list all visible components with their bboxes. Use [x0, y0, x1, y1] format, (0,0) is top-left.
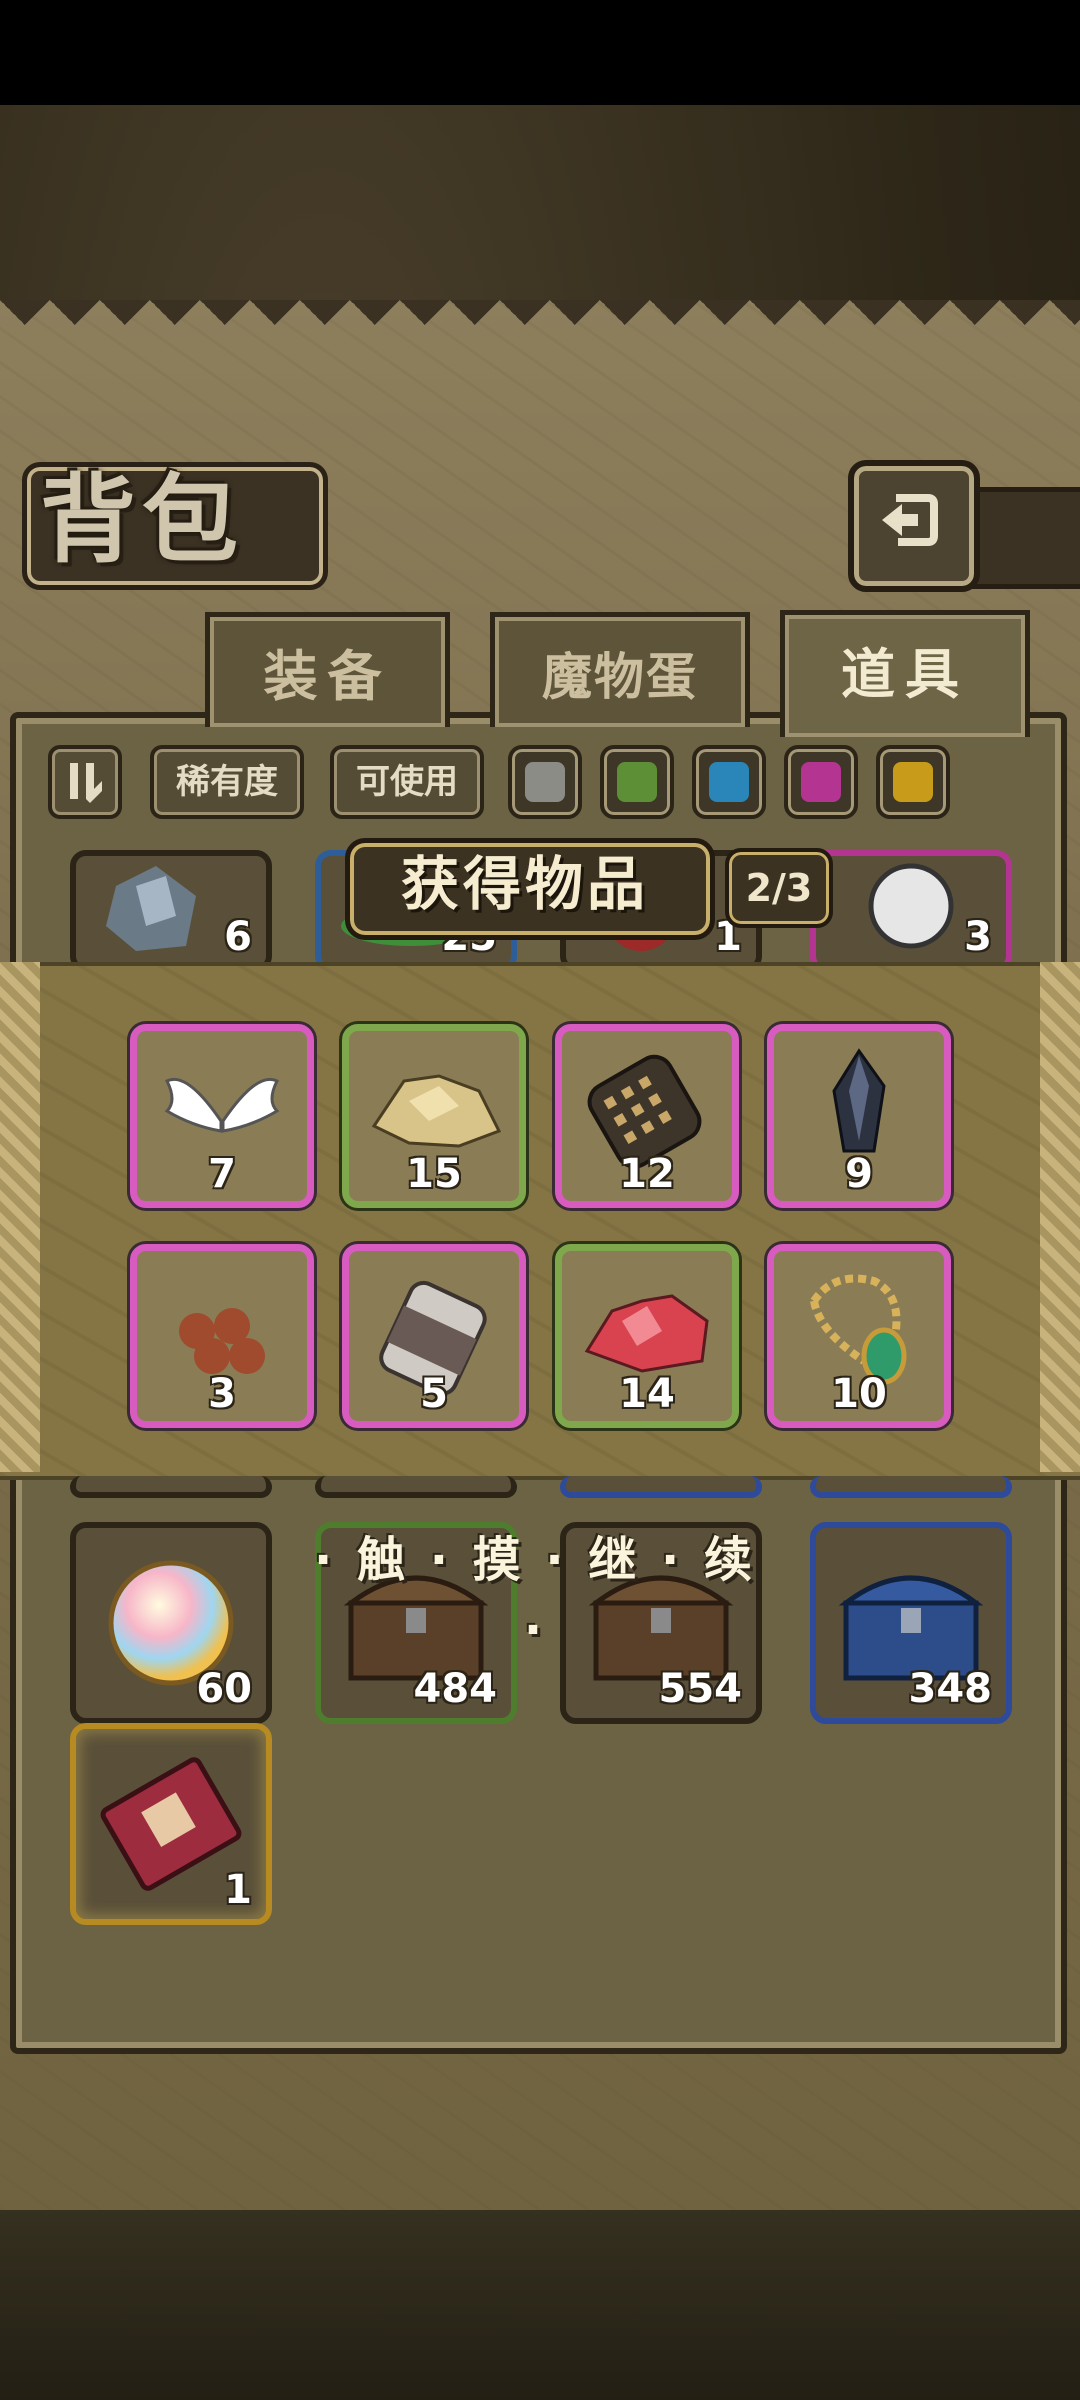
usable-filter-button[interactable]: 可使用	[330, 745, 484, 819]
page-title: 背包	[40, 463, 244, 576]
inventory-slot[interactable]: 60	[70, 1522, 272, 1724]
tab-monster-egg[interactable]: 魔物蛋	[490, 612, 750, 727]
filter-gold[interactable]	[876, 745, 950, 819]
inventory-slot[interactable]: 1	[70, 1723, 272, 1925]
rarity-filter-button[interactable]: 稀有度	[150, 745, 304, 819]
filter-green[interactable]	[600, 745, 674, 819]
parchment-torn-edge	[0, 300, 1080, 350]
reward-slot: 7	[130, 1024, 314, 1208]
filter-blue[interactable]	[692, 745, 766, 819]
reward-slot: 5	[342, 1244, 526, 1428]
sort-toggle-button[interactable]	[48, 745, 122, 819]
inventory-slot[interactable]: 348	[810, 1522, 1012, 1724]
inventory-slot-edge	[70, 1476, 272, 1498]
inventory-slot-edge	[810, 1476, 1012, 1498]
sort-icon	[70, 763, 102, 803]
popup-left-edge	[0, 962, 40, 1472]
tab-equipment[interactable]: 装备	[205, 612, 450, 727]
status-bar-area	[0, 0, 1080, 105]
inventory-slot[interactable]: 6	[70, 850, 272, 972]
reward-slot: 15	[342, 1024, 526, 1208]
popup-right-edge	[1040, 962, 1080, 1472]
bottom-background	[0, 2210, 1080, 2400]
inventory-slot-edge	[560, 1476, 762, 1498]
filter-gray[interactable]	[508, 745, 582, 819]
inventory-slot[interactable]: 3	[810, 850, 1012, 972]
reward-slot: 10	[767, 1244, 951, 1428]
filter-purple[interactable]	[784, 745, 858, 819]
popup-page-indicator: 2/3	[725, 848, 833, 928]
return-arrow-icon	[882, 494, 938, 546]
inventory-slot-edge	[315, 1476, 517, 1498]
reward-slot: 3	[130, 1244, 314, 1428]
tab-items[interactable]: 道具	[780, 610, 1030, 737]
reward-slot: 14	[555, 1244, 739, 1428]
touch-to-continue-hint: · 触 · 摸 · 继 · 续 ·	[314, 1532, 756, 1658]
reward-slot: 12	[555, 1024, 739, 1208]
popup-title: 获得物品	[400, 850, 649, 918]
reward-slot: 9	[767, 1024, 951, 1208]
